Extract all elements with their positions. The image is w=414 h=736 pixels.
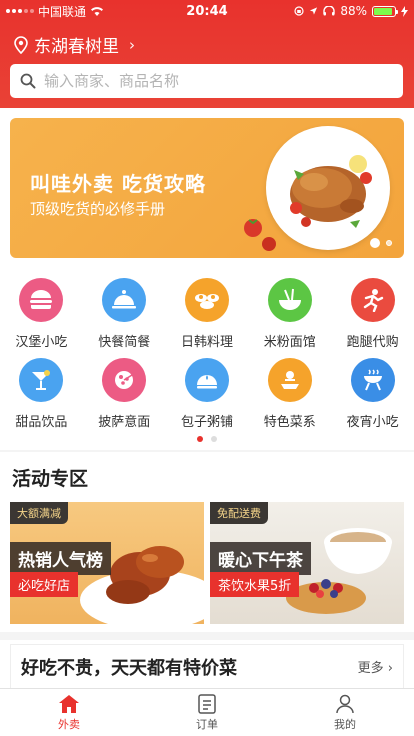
- tab-label: 我的: [334, 717, 356, 731]
- burger-icon: [19, 278, 64, 322]
- noodle-icon: [267, 278, 312, 322]
- activity-tag: 免配送费: [210, 502, 268, 524]
- lock-rotation-icon: [294, 6, 304, 16]
- banner-title: 叫哇外卖 吃货攻略: [30, 172, 206, 196]
- category-label: 跑腿代购: [346, 335, 399, 350]
- cloche-icon: [102, 278, 147, 322]
- banner-dot[interactable]: [386, 240, 392, 246]
- status-bar: 中国联通 20:44 88%: [0, 0, 414, 22]
- category-label: 甜品饮品: [15, 415, 68, 430]
- carrier-label: 中国联通: [38, 4, 87, 19]
- bargain-title: 好吃不贵，天天都有特价菜: [21, 657, 237, 679]
- location-pin-icon: [14, 35, 28, 54]
- clock: 20:44: [186, 3, 228, 19]
- battery-icon: [372, 5, 398, 17]
- category-grid-section: 汉堡小吃 快餐简餐 日韩料理 米粉面馆 跑腿代购 甜品饮品 披萨意面 包子粥铺 …: [0, 268, 414, 450]
- category-label: 快餐简餐: [98, 335, 151, 350]
- tab-label: 订单: [196, 717, 218, 731]
- category-label: 披萨意面: [98, 415, 151, 430]
- roast-chicken-image: [266, 126, 390, 250]
- category-page-dot[interactable]: [211, 436, 217, 442]
- category-label: 夜宵小吃: [346, 415, 399, 430]
- activity-card-subtitle: 必吃好店: [10, 572, 79, 597]
- headphones-icon: [323, 6, 336, 16]
- bun-icon: [184, 358, 229, 402]
- chevron-right-icon: ›: [387, 661, 393, 676]
- tomato-decoration: [262, 237, 276, 251]
- search-icon: [20, 73, 36, 89]
- sushi-icon: [184, 278, 229, 322]
- tab-orders[interactable]: 订单: [138, 689, 276, 736]
- location-label: 东湖春树里: [34, 37, 119, 57]
- activity-card-subtitle: 茶饮水果5折: [210, 572, 300, 597]
- chevron-right-icon: ›: [129, 35, 135, 54]
- category-specialty[interactable]: 特色菜系: [248, 356, 331, 436]
- pizza-icon: [102, 358, 147, 402]
- tab-label: 外卖: [58, 717, 80, 731]
- dish-icon: [267, 358, 312, 402]
- activity-card-tea[interactable]: 免配送费 暖心下午茶 茶饮水果5折: [210, 502, 404, 624]
- signal-icon: [6, 9, 34, 13]
- header: 中国联通 20:44 88% 东湖春树里 ›: [0, 0, 414, 108]
- order-icon: [198, 693, 216, 714]
- cocktail-icon: [19, 358, 64, 402]
- category-label: 汉堡小吃: [15, 335, 68, 350]
- category-burger[interactable]: 汉堡小吃: [0, 276, 83, 356]
- banner-dot-active[interactable]: [370, 238, 380, 248]
- category-late-night[interactable]: 夜宵小吃: [331, 356, 414, 436]
- activity-card-title: 暖心下午茶: [210, 542, 311, 575]
- charging-icon: [401, 5, 408, 17]
- grill-icon: [350, 358, 395, 402]
- category-label: 日韩料理: [180, 335, 233, 350]
- category-japanese-korean[interactable]: 日韩料理: [166, 276, 249, 356]
- activity-card-title: 热销人气榜: [10, 542, 111, 575]
- location-selector[interactable]: 东湖春树里 ›: [14, 32, 135, 57]
- battery-percent: 88%: [340, 4, 367, 18]
- category-fast-food[interactable]: 快餐简餐: [83, 276, 166, 356]
- location-arrow-icon: [310, 7, 318, 15]
- wifi-icon: [91, 7, 104, 16]
- tab-takeout[interactable]: 外卖: [0, 689, 138, 736]
- bargain-section: 好吃不贵，天天都有特价菜 更多 ›: [0, 640, 414, 688]
- home-icon: [59, 694, 79, 713]
- user-icon: [336, 694, 354, 713]
- runner-icon: [350, 278, 395, 322]
- category-page-dot-active[interactable]: [197, 436, 203, 442]
- banner-subtitle: 顶级吃货的必修手册: [30, 200, 166, 218]
- search-bar[interactable]: [10, 64, 403, 98]
- activity-section: 活动专区 大额满减 热销人气榜 必吃好店 免配送费 暖心下午茶 茶饮水果5折: [0, 452, 414, 632]
- category-label: 包子粥铺: [180, 415, 233, 430]
- search-input[interactable]: [44, 72, 374, 90]
- tab-bar: 外卖 订单 我的: [0, 688, 414, 736]
- category-bun-congee[interactable]: 包子粥铺: [166, 356, 249, 436]
- more-label: 更多: [357, 661, 384, 676]
- category-noodles[interactable]: 米粉面馆: [248, 276, 331, 356]
- banner-pagination: [370, 238, 392, 248]
- more-link[interactable]: 更多 ›: [358, 657, 393, 676]
- category-pagination: [0, 436, 414, 442]
- banner-section: 叫哇外卖 吃货攻略 顶级吃货的必修手册: [0, 108, 414, 268]
- category-label: 特色菜系: [263, 415, 316, 430]
- activity-tag: 大额满减: [10, 502, 68, 524]
- category-label: 米粉面馆: [263, 335, 316, 350]
- category-dessert-drinks[interactable]: 甜品饮品: [0, 356, 83, 436]
- promo-banner[interactable]: 叫哇外卖 吃货攻略 顶级吃货的必修手册: [10, 118, 404, 258]
- activity-card-hot[interactable]: 大额满减 热销人气榜 必吃好店: [10, 502, 204, 624]
- tab-mine[interactable]: 我的: [276, 689, 414, 736]
- category-pizza-pasta[interactable]: 披萨意面: [83, 356, 166, 436]
- category-errand[interactable]: 跑腿代购: [331, 276, 414, 356]
- activity-title: 活动专区: [12, 468, 89, 490]
